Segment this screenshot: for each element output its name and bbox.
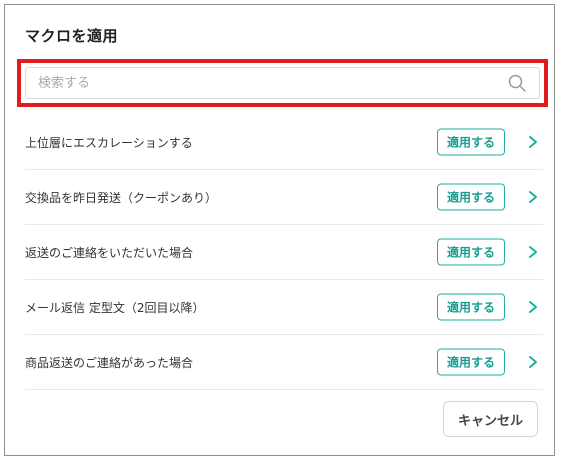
apply-button[interactable]: 適用する xyxy=(436,348,505,376)
chevron-right-icon[interactable] xyxy=(527,190,539,204)
search-highlight-frame xyxy=(17,59,548,107)
apply-button[interactable]: 適用する xyxy=(436,128,505,156)
cancel-button[interactable]: キャンセル xyxy=(442,401,538,437)
search-input[interactable] xyxy=(26,68,458,98)
macro-label: 上位層にエスカレーションする xyxy=(25,135,193,150)
apply-macro-dialog: マクロを適用 上位層にエスカレーションする 適用する 交換品を昨日発送（クーポン… xyxy=(4,4,555,456)
chevron-right-icon[interactable] xyxy=(527,355,539,369)
apply-button[interactable]: 適用する xyxy=(436,238,505,266)
chevron-right-icon[interactable] xyxy=(527,300,539,314)
chevron-right-icon[interactable] xyxy=(527,245,539,259)
macro-list: 上位層にエスカレーションする 適用する 交換品を昨日発送（クーポンあり） 適用す… xyxy=(25,115,543,390)
search-box[interactable] xyxy=(25,67,540,99)
dialog-title: マクロを適用 xyxy=(25,27,119,45)
macro-row[interactable]: 交換品を昨日発送（クーポンあり） 適用する xyxy=(25,170,543,225)
apply-button[interactable]: 適用する xyxy=(436,293,505,321)
macro-label: 交換品を昨日発送（クーポンあり） xyxy=(25,190,218,205)
macro-row[interactable]: 商品返送のご連絡があった場合 適用する xyxy=(25,335,543,390)
macro-row[interactable]: メール返信 定型文（2回目以降） 適用する xyxy=(25,280,543,335)
macro-row[interactable]: 返送のご連絡をいただいた場合 適用する xyxy=(25,225,543,280)
macro-label: 商品返送のご連絡があった場合 xyxy=(25,355,194,370)
macro-row[interactable]: 上位層にエスカレーションする 適用する xyxy=(25,115,543,170)
macro-label: メール返信 定型文（2回目以降） xyxy=(25,300,205,315)
search-icon[interactable] xyxy=(507,73,527,93)
apply-button[interactable]: 適用する xyxy=(436,183,505,211)
chevron-right-icon[interactable] xyxy=(527,135,539,149)
macro-label: 返送のご連絡をいただいた場合 xyxy=(25,245,194,260)
